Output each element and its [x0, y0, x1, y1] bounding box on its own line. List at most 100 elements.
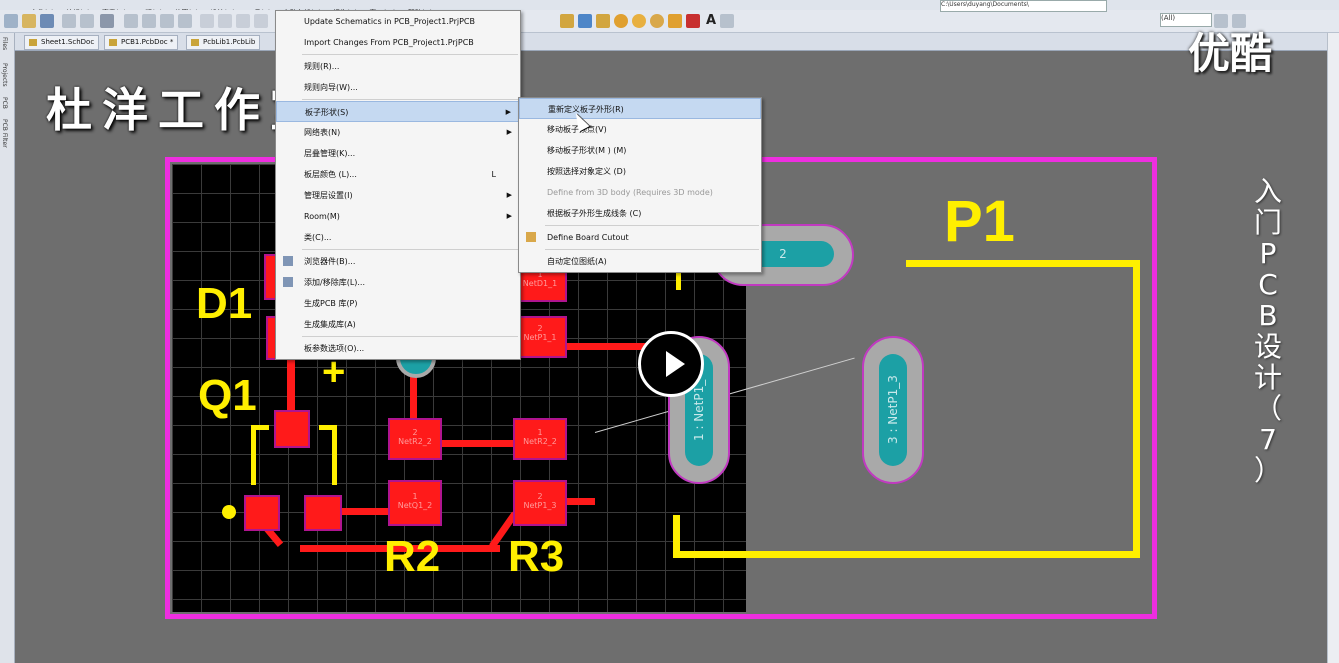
board-shape-submenu-item[interactable]: 根据板子外形生成线条 (C) [519, 203, 761, 224]
place-track-icon[interactable] [560, 14, 574, 28]
deselect-icon[interactable] [160, 14, 174, 28]
video-title-char: （ [1253, 392, 1282, 425]
pad-r3-netp1-3[interactable]: 2 NetP1_3 [515, 482, 565, 524]
tab-pcblib1-pcblib[interactable]: PcbLib1.PcbLib [186, 35, 261, 50]
submenu-arrow-icon: ▶ [505, 108, 511, 116]
menu-item-label: 自动定位图纸(A) [547, 257, 607, 266]
designator-p1: P1 [944, 189, 1015, 254]
menu-item-label: 生成集成库(A) [304, 320, 356, 329]
grid-icon[interactable] [720, 14, 734, 28]
trace [340, 508, 390, 515]
board-shape-submenu-item[interactable]: 重新定义板子外形(R) [519, 98, 761, 119]
move-icon[interactable] [142, 14, 156, 28]
pad-net: NetP1_1 [523, 333, 557, 342]
pad-r2-1[interactable]: 1 NetR2_2 [515, 420, 565, 458]
design-menu-item[interactable]: 板层颜色 (L)... L [276, 164, 520, 185]
design-menu-item[interactable]: 生成集成库(A) [276, 314, 520, 335]
designator-r3: R3 [508, 532, 565, 581]
menu-item-label: 层叠管理(K)... [304, 149, 356, 158]
cross-probe-icon[interactable] [178, 14, 192, 28]
panel-tab-projects[interactable]: Projects [1, 63, 8, 87]
design-menu-item[interactable]: 板参数选项(O)... [276, 338, 520, 359]
undo-icon[interactable] [200, 14, 214, 28]
open-icon[interactable] [22, 14, 36, 28]
trace [287, 355, 295, 415]
board-shape-submenu-item[interactable]: 移动板子形状(M ) (M) [519, 140, 761, 161]
pad-r2-2[interactable]: 2 NetR2_2 [390, 420, 440, 458]
place-fill-icon[interactable] [668, 14, 682, 28]
menu-item-label: Room(M) [304, 212, 340, 221]
design-menu-item[interactable]: 浏览器件(B)... [276, 251, 520, 272]
route-icon[interactable] [578, 14, 592, 28]
place-pad-icon[interactable] [596, 14, 610, 28]
menu-separator [302, 249, 518, 250]
design-menu-item[interactable]: 层叠管理(K)... [276, 143, 520, 164]
place-arc-icon[interactable] [632, 14, 646, 28]
design-menu-item[interactable]: 类(C)... [276, 227, 520, 248]
place-via-icon[interactable] [614, 14, 628, 28]
preview-icon[interactable] [80, 14, 94, 28]
menu-separator [545, 249, 759, 250]
save-icon[interactable] [40, 14, 54, 28]
design-menu-item[interactable]: 规则(R)... [276, 56, 520, 77]
panel-tab-pcb-filter[interactable]: PCB Filter [1, 119, 8, 148]
video-play-button[interactable] [638, 331, 704, 397]
pad-r2-netq1[interactable]: 1 NetQ1_2 [390, 482, 440, 524]
design-menu-item[interactable]: Room(M) ▶ [276, 206, 520, 227]
tab-sheet1-schdoc[interactable]: Sheet1.SchDoc [24, 35, 100, 50]
tab-pcb1-pcbdoc[interactable]: PCB1.PcbDoc * [104, 35, 179, 50]
design-menu-item[interactable]: Update Schematics in PCB_Project1.PrjPCB [276, 11, 520, 32]
menu-item-label: 按照选择对象定义 (D) [547, 167, 626, 176]
pad-r-netd1[interactable]: 1 NetD1_1 [515, 270, 565, 300]
pad-number: 2 [537, 324, 543, 333]
design-menu-item[interactable]: Import Changes From PCB_Project1.PrjPCB [276, 32, 520, 53]
pad-q1[interactable] [246, 497, 278, 529]
trace [440, 440, 520, 447]
design-menu-item[interactable]: 添加/移除库(L)... [276, 272, 520, 293]
designator-q1: Q1 [198, 371, 257, 420]
copy-icon[interactable] [254, 14, 268, 28]
menu-item-icon [283, 277, 293, 287]
video-title-char: 7 [1259, 423, 1277, 456]
menu-item-label: 网络表(N) [304, 128, 341, 137]
pad-r-netp1-1[interactable]: 2 NetP1_1 [515, 318, 565, 356]
pad-net: NetQ1_2 [397, 501, 433, 510]
menu-separator [302, 99, 518, 100]
board-shape-submenu-item[interactable]: 按照选择对象定义 (D) [519, 161, 761, 182]
cut-icon[interactable] [236, 14, 250, 28]
menu-item-label: Import Changes From PCB_Project1.PrjPCB [304, 38, 474, 47]
pad-q1[interactable] [276, 412, 308, 446]
path-combobox[interactable]: C:\Users\duyang\Documents\ [940, 0, 1107, 12]
new-icon[interactable] [4, 14, 18, 28]
menu-item-label: Define Board Cutout [547, 233, 629, 242]
panel-tab-files[interactable]: Files [1, 37, 8, 50]
place-circle-icon[interactable] [650, 14, 664, 28]
pad-q1[interactable] [306, 497, 340, 529]
board-shape-submenu-item[interactable]: Define Board Cutout [519, 227, 761, 248]
connector-pad-3[interactable]: 3 : NetP1_3 [862, 336, 924, 484]
board-shape-submenu-item[interactable]: 自动定位图纸(A) [519, 251, 761, 272]
design-menu-item[interactable]: 网络表(N) ▶ [276, 122, 520, 143]
design-menu-item[interactable]: 管理层设置(I) ▶ [276, 185, 520, 206]
place-polygon-icon[interactable] [686, 14, 700, 28]
board-shape-submenu-item[interactable]: 移动板子顶点(V) [519, 119, 761, 140]
pad-number: 1 [412, 492, 418, 501]
panel-tab-pcb[interactable]: PCB [1, 97, 8, 109]
youku-logo: 优酷 [1188, 29, 1273, 78]
design-menu-item[interactable]: 规则向导(W)... [276, 77, 520, 98]
menu-item-label: 管理层设置(I) [304, 191, 353, 200]
pad-number: 2 [537, 492, 543, 501]
redo-icon[interactable] [218, 14, 232, 28]
design-menu-item[interactable]: 生成PCB 库(P) [276, 293, 520, 314]
design-menu-item[interactable]: 板子形状(S) ▶ [276, 101, 520, 122]
right-panel-strip [1327, 33, 1339, 663]
zoom-icon[interactable] [100, 14, 114, 28]
menu-separator [545, 225, 759, 226]
print-icon[interactable] [62, 14, 76, 28]
menu-separator [302, 336, 518, 337]
select-icon[interactable] [124, 14, 138, 28]
video-title-char: 计 [1253, 361, 1282, 394]
video-title-char: P [1259, 237, 1277, 270]
place-string-icon[interactable]: A [704, 14, 718, 28]
menu-item-label: 规则(R)... [304, 62, 340, 71]
